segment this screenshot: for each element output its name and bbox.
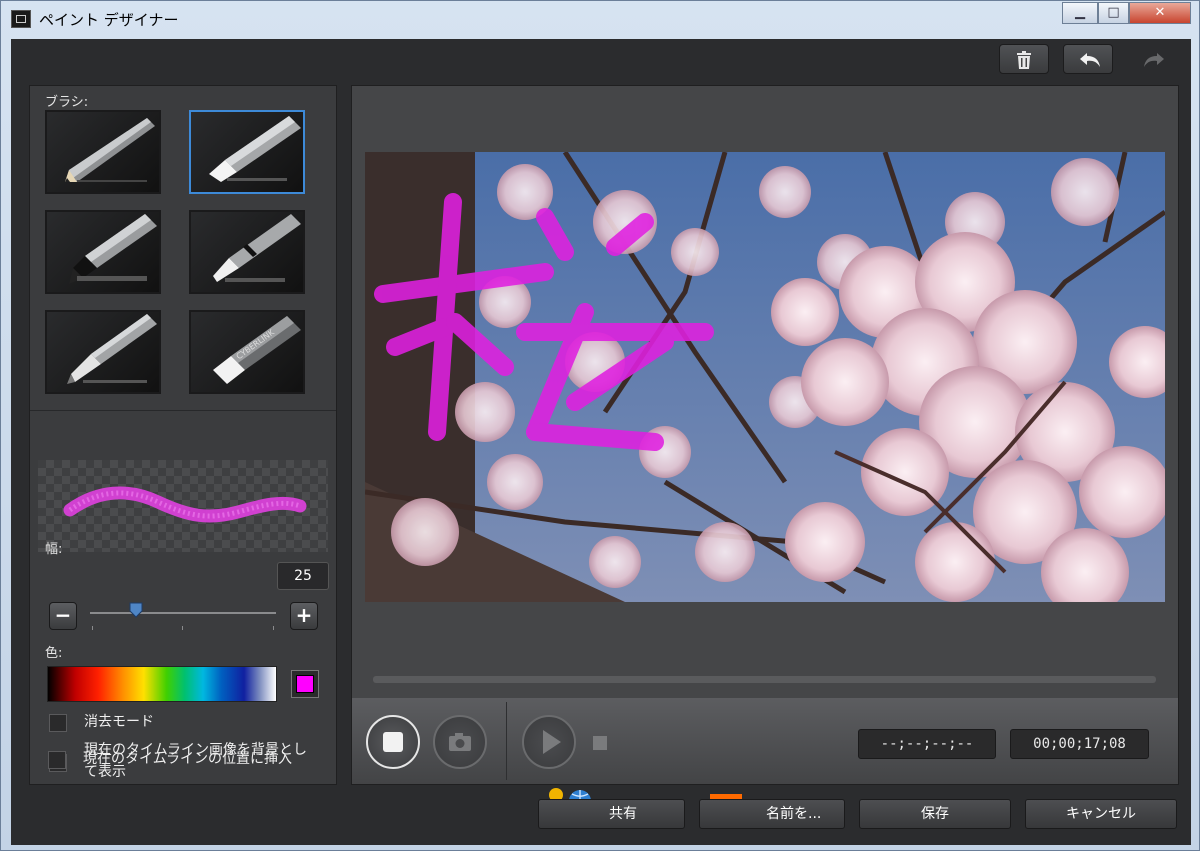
brush-marker[interactable]	[45, 210, 161, 294]
window-title: ペイント デザイナー	[39, 11, 179, 29]
pencil-icon	[65, 118, 155, 182]
width-increase-button[interactable]: +	[290, 602, 318, 630]
play-icon	[543, 730, 561, 754]
redo-button[interactable]	[1127, 44, 1177, 74]
timecode-current: 00;00;17;08	[1010, 729, 1149, 759]
brush-chalk[interactable]	[189, 110, 305, 194]
erase-mode-checkbox[interactable]	[49, 714, 67, 732]
paint-canvas[interactable]	[365, 152, 1165, 602]
save-button[interactable]: 保存	[859, 799, 1011, 829]
slider-tick	[182, 626, 183, 630]
brush-fountain-pen[interactable]	[45, 310, 161, 394]
save-as-label: 名前を...	[766, 806, 822, 822]
selected-color-swatch[interactable]	[291, 670, 319, 698]
camera-icon	[449, 733, 471, 751]
record-stop-button[interactable]	[366, 715, 420, 769]
save-as-button[interactable]: 名前を...	[699, 799, 845, 829]
canvas-panel: --;--;--;-- 00;00;17;08	[351, 85, 1179, 785]
timeline-progress-bar[interactable]	[373, 676, 1156, 683]
share-label: 共有	[609, 806, 637, 822]
snapshot-button[interactable]	[433, 715, 487, 769]
share-button[interactable]: 共有	[538, 799, 685, 829]
width-label: 幅:	[45, 542, 63, 557]
crayon-icon	[213, 214, 301, 282]
play-button[interactable]	[522, 715, 576, 769]
delete-button[interactable]	[999, 44, 1049, 74]
maximize-button[interactable]: □	[1098, 2, 1129, 24]
width-decrease-button[interactable]: −	[49, 602, 77, 630]
brush-label: ブラシ:	[45, 95, 89, 110]
playback-controls: --;--;--;-- 00;00;17;08	[352, 698, 1178, 784]
stop-icon[interactable]	[593, 736, 607, 750]
erase-mode-label: 消去モード	[84, 714, 154, 730]
undo-button[interactable]	[1063, 44, 1113, 74]
brush-crayon[interactable]	[189, 210, 305, 294]
color-label: 色:	[45, 646, 63, 661]
insert-at-position-label: 現在のタイムラインの位置に挿入	[83, 751, 293, 767]
brush-pencil[interactable]	[45, 110, 161, 194]
stroke-preview-icon	[63, 486, 307, 523]
controls-divider	[506, 702, 507, 780]
width-value[interactable]: 25	[277, 562, 329, 590]
undo-icon	[1080, 53, 1100, 67]
minimize-button[interactable]: ▁	[1062, 2, 1098, 24]
paint-designer-window: ペイント デザイナー ▁ □ ✕ ブラシ: CYBERLINK 幅: 25 − …	[0, 0, 1200, 851]
top-toolbar	[11, 39, 1191, 83]
cancel-button[interactable]: キャンセル	[1025, 799, 1177, 829]
redo-icon	[1144, 53, 1164, 67]
timecode-blank: --;--;--;--	[858, 729, 996, 759]
insert-at-position-checkbox[interactable]	[48, 751, 66, 769]
panel-divider	[30, 410, 336, 411]
color-spectrum[interactable]	[47, 666, 277, 702]
cherry-blossom-photo	[365, 152, 1165, 602]
client-area: ブラシ: CYBERLINK 幅: 25 − + 色: 消去モード 現在のタイム…	[11, 39, 1191, 845]
width-slider-thumb[interactable]	[129, 602, 143, 618]
slider-tick	[273, 626, 274, 630]
close-button[interactable]: ✕	[1129, 2, 1191, 24]
slider-tick	[92, 626, 93, 630]
record-stop-icon	[383, 732, 403, 752]
app-icon	[11, 10, 31, 28]
marker-icon	[69, 214, 157, 284]
chalk-icon	[209, 116, 301, 182]
title-bar[interactable]: ペイント デザイナー ▁ □ ✕	[1, 1, 1199, 39]
fountain-pen-icon	[67, 314, 157, 384]
brush-eraser[interactable]: CYBERLINK	[189, 310, 305, 394]
width-slider-track[interactable]	[90, 612, 276, 614]
trash-icon	[1017, 51, 1031, 69]
swatch-fill	[296, 675, 314, 693]
brush-stroke-preview	[38, 460, 328, 552]
brush-settings-panel: ブラシ: CYBERLINK 幅: 25 − + 色: 消去モード 現在のタイム…	[29, 85, 337, 785]
